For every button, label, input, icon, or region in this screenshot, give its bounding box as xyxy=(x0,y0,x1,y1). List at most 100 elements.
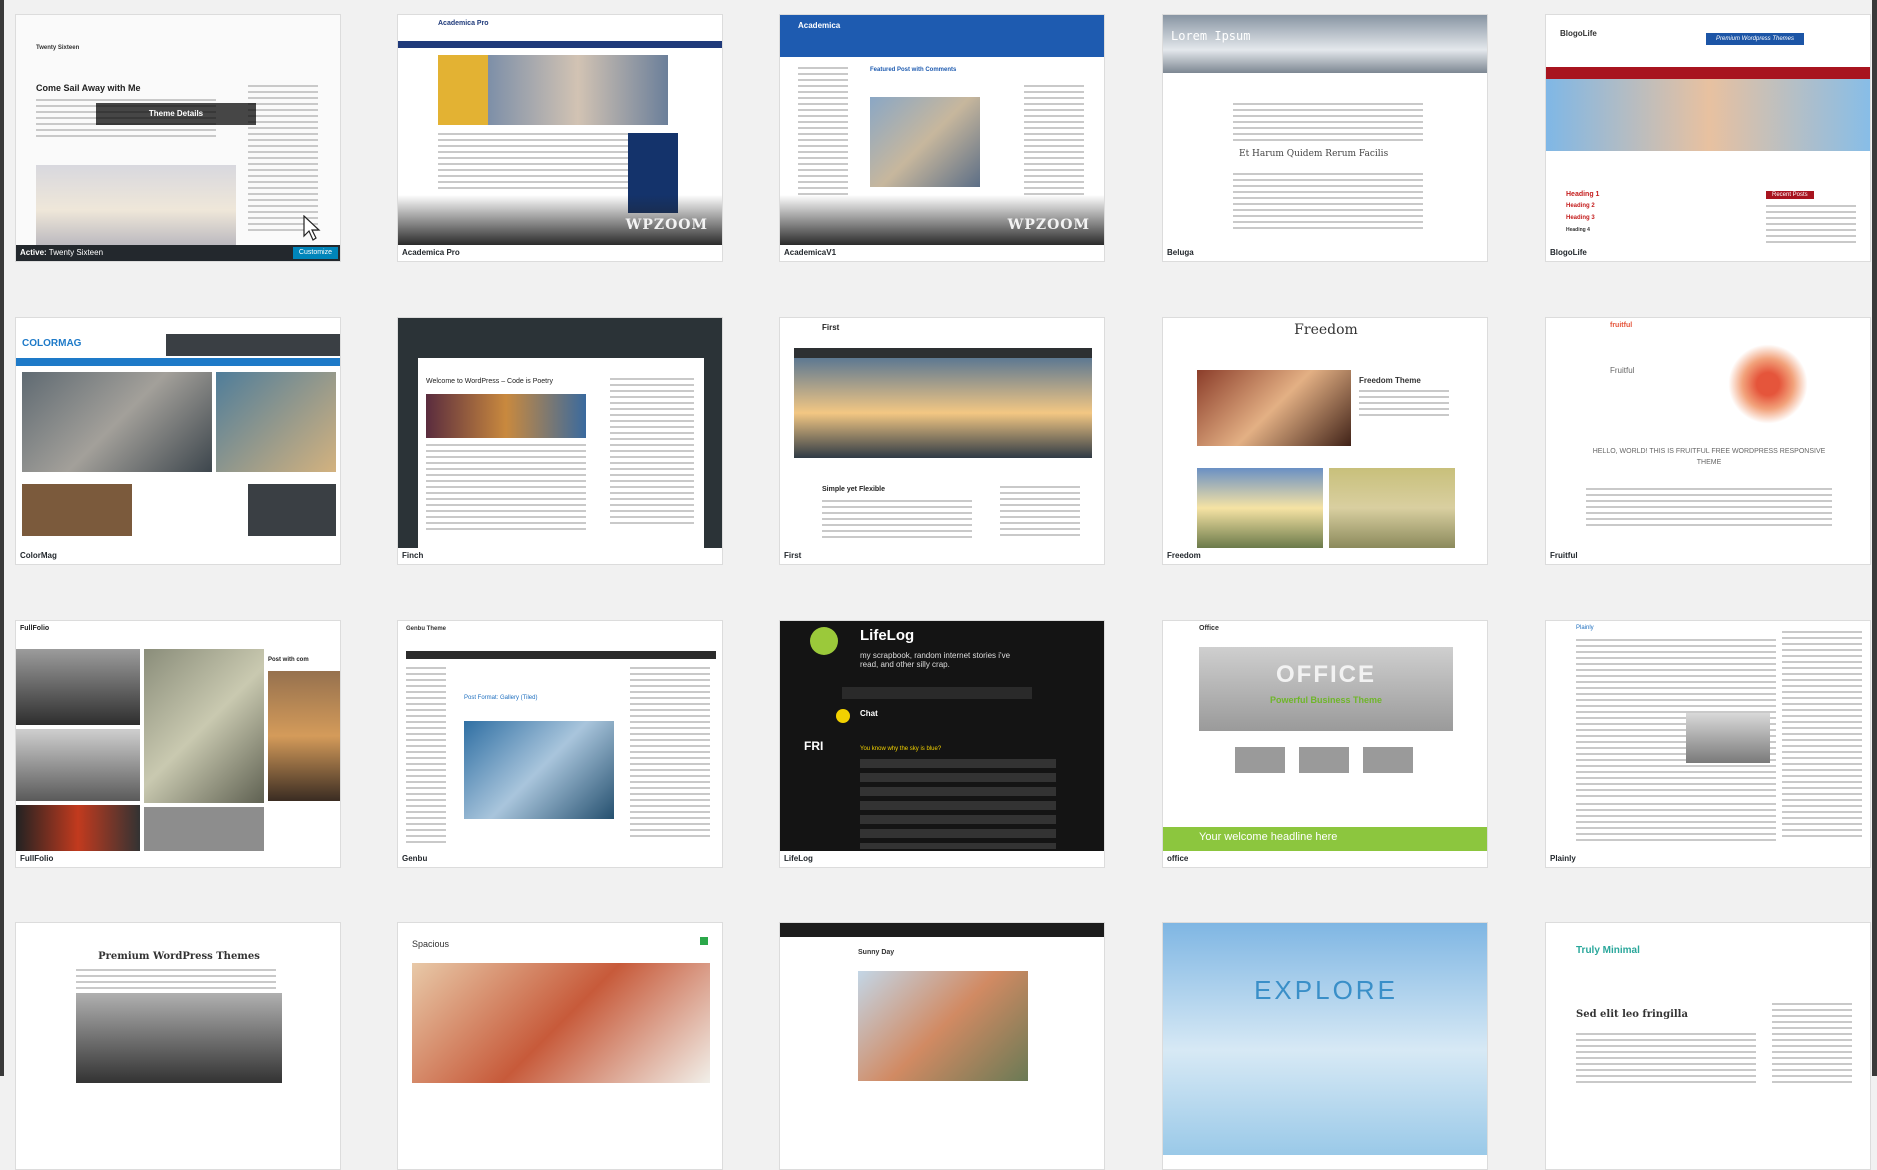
window-frame-right xyxy=(1872,0,1877,1076)
theme-name: Genbu xyxy=(398,851,722,867)
theme-card-beluga[interactable]: Lorem Ipsum Et Harum Quidem Rerum Facili… xyxy=(1162,14,1488,262)
post-title: Featured Post with Comments xyxy=(870,67,957,73)
theme-screenshot: Academica Featured Post with Comments xyxy=(780,15,1104,247)
theme-headline: Fruitful xyxy=(1610,366,1635,375)
theme-screenshot: Premium WordPress Themes xyxy=(16,923,340,1155)
active-label: Active: xyxy=(20,248,47,257)
post-format: Chat xyxy=(860,709,878,718)
theme-name: Finch xyxy=(398,548,722,564)
theme-screenshot: BlogoLife Premium Wordpress Themes Headi… xyxy=(1546,15,1870,247)
post-day: FRI xyxy=(804,739,824,753)
theme-name: ColorMag xyxy=(16,548,340,564)
mouse-cursor-icon xyxy=(303,215,321,241)
theme-name: FullFolio xyxy=(16,851,340,867)
theme-card-spacious[interactable]: Spacious xyxy=(397,922,723,1170)
heading-1: Heading 1 xyxy=(1566,191,1600,198)
theme-name: BlogoLife xyxy=(1546,245,1870,261)
heading-3: Heading 3 xyxy=(1566,215,1595,221)
theme-card-plainly[interactable]: Plainly Plainly xyxy=(1545,620,1871,868)
theme-screenshot: Truly Minimal Sed elit leo fringilla xyxy=(1546,923,1870,1155)
theme-screenshot: Office OFFICE Powerful Business Theme Yo… xyxy=(1163,621,1487,853)
fruitful-tagline: HELLO, WORLD! THIS IS FRUITFUL FREE WORD… xyxy=(1592,448,1826,466)
theme-headline: Come Sail Away with Me xyxy=(36,83,141,93)
theme-logo: Genbu Theme xyxy=(406,626,447,632)
theme-logo: COLORMAG xyxy=(22,338,82,349)
theme-card-premium[interactable]: Premium WordPress Themes xyxy=(15,922,341,1170)
customize-button[interactable]: Customize xyxy=(292,247,338,259)
theme-card-truly-minimal[interactable]: Truly Minimal Sed elit leo fringilla xyxy=(1545,922,1871,1170)
recent-posts-label: Recent Posts xyxy=(1766,191,1814,199)
theme-card-genbu[interactable]: Genbu Theme Post Format: Gallery (Tiled)… xyxy=(397,620,723,868)
post-title: Freedom Theme xyxy=(1359,376,1421,385)
theme-headline: EXPLORE xyxy=(1254,975,1398,1005)
theme-footer: Active: Twenty Sixteen Customize xyxy=(16,245,340,261)
theme-screenshot: Lorem Ipsum Et Harum Quidem Rerum Facili… xyxy=(1163,15,1487,247)
theme-card-sunny-day[interactable]: Sunny Day xyxy=(779,922,1105,1170)
theme-name: Fruitful xyxy=(1546,548,1870,564)
theme-card-freedom[interactable]: Freedom Freedom Theme Freedom xyxy=(1162,317,1488,565)
theme-logo: Twenty Sixteen xyxy=(36,45,80,51)
theme-screenshot: COLORMAG xyxy=(16,318,340,550)
theme-name: Beluga xyxy=(1163,245,1487,261)
theme-screenshot: LifeLog my scrapbook, random internet st… xyxy=(780,621,1104,853)
theme-card-academica-pro[interactable]: Academica Pro WPZOOM Academica Pro xyxy=(397,14,723,262)
post-title: Simple yet Flexible xyxy=(822,486,886,493)
theme-card-lifelog[interactable]: LifeLog my scrapbook, random internet st… xyxy=(779,620,1105,868)
theme-logo: Office xyxy=(1199,625,1219,632)
theme-name: Academica Pro xyxy=(398,245,722,261)
theme-card-explore[interactable]: EXPLORE xyxy=(1162,922,1488,1170)
post-title: Post with com xyxy=(268,657,309,663)
theme-logo: Plainly xyxy=(1576,625,1594,631)
theme-card-first[interactable]: First Simple yet Flexible First xyxy=(779,317,1105,565)
theme-name: LifeLog xyxy=(780,851,1104,867)
theme-logo: Spacious xyxy=(412,939,450,949)
theme-logo: fruitful xyxy=(1610,322,1633,329)
watermark: WPZOOM xyxy=(1007,217,1090,233)
theme-logo: FullFolio xyxy=(20,625,50,632)
theme-card-academicav1[interactable]: Academica Featured Post with Comments WP… xyxy=(779,14,1105,262)
theme-screenshot: FullFolio Post with com xyxy=(16,621,340,853)
theme-card-fullfolio[interactable]: FullFolio Post with com FullFolio xyxy=(15,620,341,868)
theme-card-fruitful[interactable]: fruitful Fruitful HELLO, WORLD! THIS IS … xyxy=(1545,317,1871,565)
post-question: You know why the sky is blue? xyxy=(860,746,942,752)
theme-screenshot: EXPLORE xyxy=(1163,923,1487,1155)
theme-card-colormag[interactable]: COLORMAG ColorMag xyxy=(15,317,341,565)
window-frame-left xyxy=(0,0,4,1076)
theme-screenshot: Spacious xyxy=(398,923,722,1155)
theme-details-button[interactable]: Theme Details xyxy=(96,103,256,125)
theme-name: AcademicaV1 xyxy=(780,245,1104,261)
theme-screenshot: Sunny Day xyxy=(780,923,1104,1155)
theme-tagline: my scrapbook, random internet stories i'… xyxy=(860,651,1011,669)
theme-logo: Academica xyxy=(798,21,841,30)
theme-screenshot: Twenty Sixteen Come Sail Away with Me xyxy=(16,15,340,247)
theme-logo: First xyxy=(822,323,840,332)
post-title: Sed elit leo fringilla xyxy=(1576,1009,1688,1020)
theme-name: office xyxy=(1163,851,1487,867)
theme-card-finch[interactable]: Welcome to WordPress – Code is Poetry Fi… xyxy=(397,317,723,565)
theme-logo: LifeLog xyxy=(860,627,915,644)
heading-4: Heading 4 xyxy=(1566,227,1590,233)
heading-2: Heading 2 xyxy=(1566,203,1595,209)
post-title: Post Format: Gallery (Tiled) xyxy=(464,695,538,701)
theme-logo: Truly Minimal xyxy=(1576,945,1640,956)
post-title: Welcome to WordPress – Code is Poetry xyxy=(426,378,553,385)
post-title: Sunny Day xyxy=(858,949,895,956)
theme-card-office[interactable]: Office OFFICE Powerful Business Theme Yo… xyxy=(1162,620,1488,868)
theme-headline: Premium WordPress Themes xyxy=(98,951,260,962)
theme-name: Freedom xyxy=(1163,548,1487,564)
post-title: Et Harum Quidem Rerum Facilis xyxy=(1239,149,1389,159)
theme-card-blogolife[interactable]: BlogoLife Premium Wordpress Themes Headi… xyxy=(1545,14,1871,262)
theme-screenshot: Genbu Theme Post Format: Gallery (Tiled) xyxy=(398,621,722,853)
theme-subheadline: Powerful Business Theme xyxy=(1269,695,1383,705)
premium-badge: Premium Wordpress Themes xyxy=(1706,33,1805,45)
theme-screenshot: fruitful Fruitful HELLO, WORLD! THIS IS … xyxy=(1546,318,1870,550)
theme-card-twenty-sixteen[interactable]: Twenty Sixteen Come Sail Away with Me Th… xyxy=(15,14,341,262)
theme-screenshot: First Simple yet Flexible xyxy=(780,318,1104,550)
theme-logo: Lorem Ipsum xyxy=(1171,29,1251,43)
theme-screenshot: Plainly xyxy=(1546,621,1870,853)
theme-logo: Freedom xyxy=(1294,322,1358,338)
welcome-headline: Your welcome headline here xyxy=(1199,831,1338,843)
theme-screenshot: Welcome to WordPress – Code is Poetry xyxy=(398,318,722,550)
theme-screenshot: Academica Pro xyxy=(398,15,722,247)
theme-headline: OFFICE xyxy=(1276,661,1376,688)
